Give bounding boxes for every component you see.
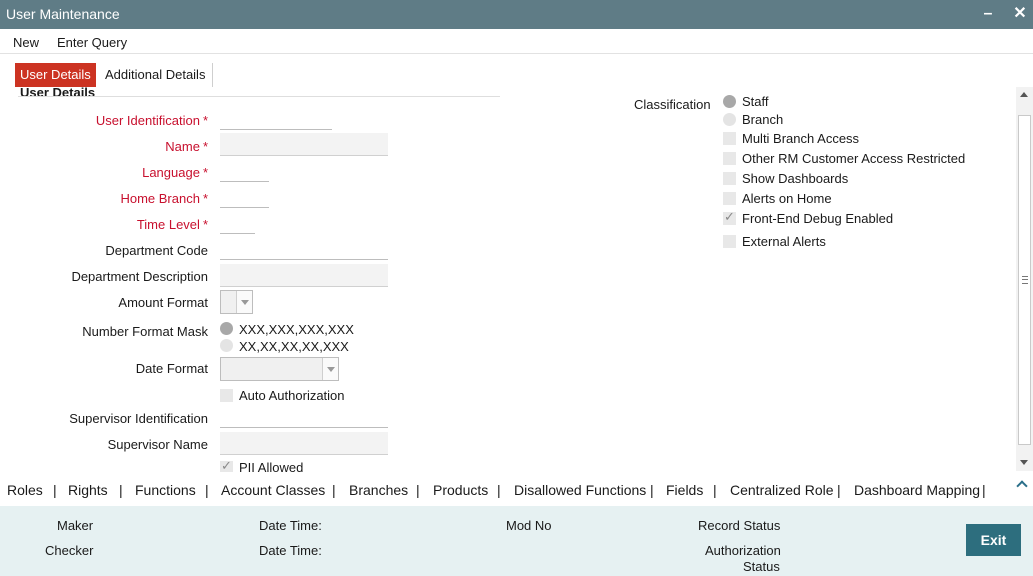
language-label: Language *	[142, 165, 208, 180]
supervisor-identification-input[interactable]	[220, 408, 388, 428]
date-format-select[interactable]	[220, 357, 339, 381]
section-title: User Details	[20, 85, 96, 100]
subscreen-link-account-classes[interactable]: Account Classes	[221, 482, 325, 498]
home-branch-label: Home Branch *	[120, 191, 208, 206]
enter-query-menu-item[interactable]: Enter Query	[57, 35, 127, 50]
department-description-label: Department Description	[71, 269, 208, 284]
grip-icon	[1022, 276, 1028, 284]
time-level-input[interactable]	[220, 214, 255, 234]
front-end-debug-label: Front-End Debug Enabled	[742, 211, 894, 226]
chevron-down-icon	[322, 358, 338, 380]
subscreen-bar: Roles | Rights | Functions | Account Cla…	[0, 472, 1033, 506]
tab-user-details[interactable]: User Details	[15, 63, 96, 87]
classification-branch-radio[interactable]	[723, 113, 736, 126]
classification-staff-label: Staff	[742, 94, 769, 109]
name-label: Name *	[165, 139, 208, 154]
alerts-on-home-label: Alerts on Home	[742, 191, 832, 206]
subscreen-link-functions[interactable]: Functions	[135, 482, 196, 498]
authorization-status-label: Status	[743, 559, 780, 574]
other-rm-restricted-label: Other RM Customer Access Restricted	[742, 151, 966, 166]
subscreen-separator: |	[332, 482, 336, 498]
menu-bar: New Enter Query	[0, 29, 1033, 54]
subscreen-link-rights[interactable]: Rights	[68, 482, 108, 498]
subscreen-link-dashboard-mapping[interactable]: Dashboard Mapping	[854, 482, 980, 498]
amount-format-label: Amount Format	[118, 295, 208, 310]
maker-date-time-label: Date Time:	[259, 518, 322, 533]
title-bar: User Maintenance – ✕	[0, 0, 1033, 29]
multi-branch-access-checkbox[interactable]	[723, 132, 736, 145]
subscreen-separator: |	[837, 482, 841, 498]
checker-date-time-label: Date Time:	[259, 543, 322, 558]
date-format-label: Date Format	[135, 361, 208, 376]
subscreen-separator: |	[416, 482, 420, 498]
department-code-input[interactable]	[220, 240, 388, 260]
exit-button[interactable]: Exit	[966, 524, 1021, 556]
maker-label: Maker	[57, 518, 94, 533]
vertical-scrollbar[interactable]	[1016, 87, 1033, 471]
close-icon[interactable]: ✕	[1011, 4, 1029, 24]
authorization-label: Authorization	[705, 543, 781, 558]
classification-staff-radio[interactable]	[723, 95, 736, 108]
number-format-option-2: XX,XX,XX,XX,XXX	[239, 339, 349, 354]
subscreen-separator: |	[53, 482, 57, 498]
user-identification-input[interactable]	[220, 110, 332, 130]
subscreen-separator: |	[205, 482, 209, 498]
front-end-debug-checkbox[interactable]	[723, 209, 736, 225]
chevron-down-icon	[236, 291, 252, 313]
minimize-icon[interactable]: –	[979, 4, 997, 24]
subscreen-separator: |	[713, 482, 717, 498]
supervisor-name-label: Supervisor Name	[107, 437, 208, 452]
amount-format-select[interactable]	[220, 290, 253, 314]
new-menu-item[interactable]: New	[13, 35, 39, 50]
language-input[interactable]	[220, 162, 269, 182]
classification-branch-label: Branch	[742, 112, 784, 127]
tab-divider	[212, 63, 213, 87]
window-title: User Maintenance	[6, 6, 120, 22]
subscreen-link-branches[interactable]: Branches	[349, 482, 408, 498]
number-format-radio-1[interactable]	[220, 322, 233, 335]
number-format-option-1: XXX,XXX,XXX,XXX	[239, 322, 354, 337]
external-alerts-checkbox[interactable]	[723, 235, 736, 248]
checker-label: Checker	[45, 543, 94, 558]
audit-footer: Maker Checker Date Time: Date Time: Mod …	[0, 506, 1033, 576]
section-divider	[18, 96, 500, 97]
subscreen-link-disallowed-functions[interactable]: Disallowed Functions	[514, 482, 646, 498]
subscreen-separator: |	[119, 482, 123, 498]
alerts-on-home-checkbox[interactable]	[723, 192, 736, 205]
user-identification-label: User Identification *	[95, 113, 208, 128]
scroll-up-icon[interactable]	[1016, 87, 1033, 103]
subscreen-link-centralized-role[interactable]: Centralized Role	[730, 482, 834, 498]
scrollbar-thumb[interactable]	[1018, 115, 1031, 445]
department-description-input[interactable]	[220, 264, 388, 287]
chevron-up-icon[interactable]	[1016, 478, 1028, 490]
subscreen-separator: |	[497, 482, 501, 498]
time-level-label: Time Level *	[136, 217, 208, 232]
subscreen-link-products[interactable]: Products	[433, 482, 488, 498]
external-alerts-label: External Alerts	[742, 234, 826, 249]
home-branch-input[interactable]	[220, 188, 269, 208]
supervisor-identification-label: Supervisor Identification	[69, 411, 208, 426]
subscreen-link-fields[interactable]: Fields	[666, 482, 703, 498]
auto-authorization-checkbox[interactable]	[220, 389, 233, 402]
subscreen-separator: |	[982, 482, 986, 498]
show-dashboards-label: Show Dashboards	[742, 171, 849, 186]
subscreen-separator: |	[650, 482, 654, 498]
other-rm-restricted-checkbox[interactable]	[723, 152, 736, 165]
show-dashboards-checkbox[interactable]	[723, 172, 736, 185]
mod-no-label: Mod No	[506, 518, 552, 533]
subscreen-link-roles[interactable]: Roles	[7, 482, 43, 498]
classification-label: Classification	[634, 97, 711, 112]
auto-authorization-label: Auto Authorization	[239, 388, 345, 403]
multi-branch-access-label: Multi Branch Access	[742, 131, 860, 146]
name-input[interactable]	[220, 133, 388, 156]
number-format-radio-2[interactable]	[220, 339, 233, 352]
department-code-label: Department Code	[105, 243, 208, 258]
number-format-mask-label: Number Format Mask	[82, 324, 208, 339]
record-status-label: Record Status	[698, 518, 781, 533]
supervisor-name-input[interactable]	[220, 432, 388, 455]
scroll-down-icon[interactable]	[1016, 455, 1033, 471]
tab-additional-details[interactable]: Additional Details	[100, 63, 210, 87]
